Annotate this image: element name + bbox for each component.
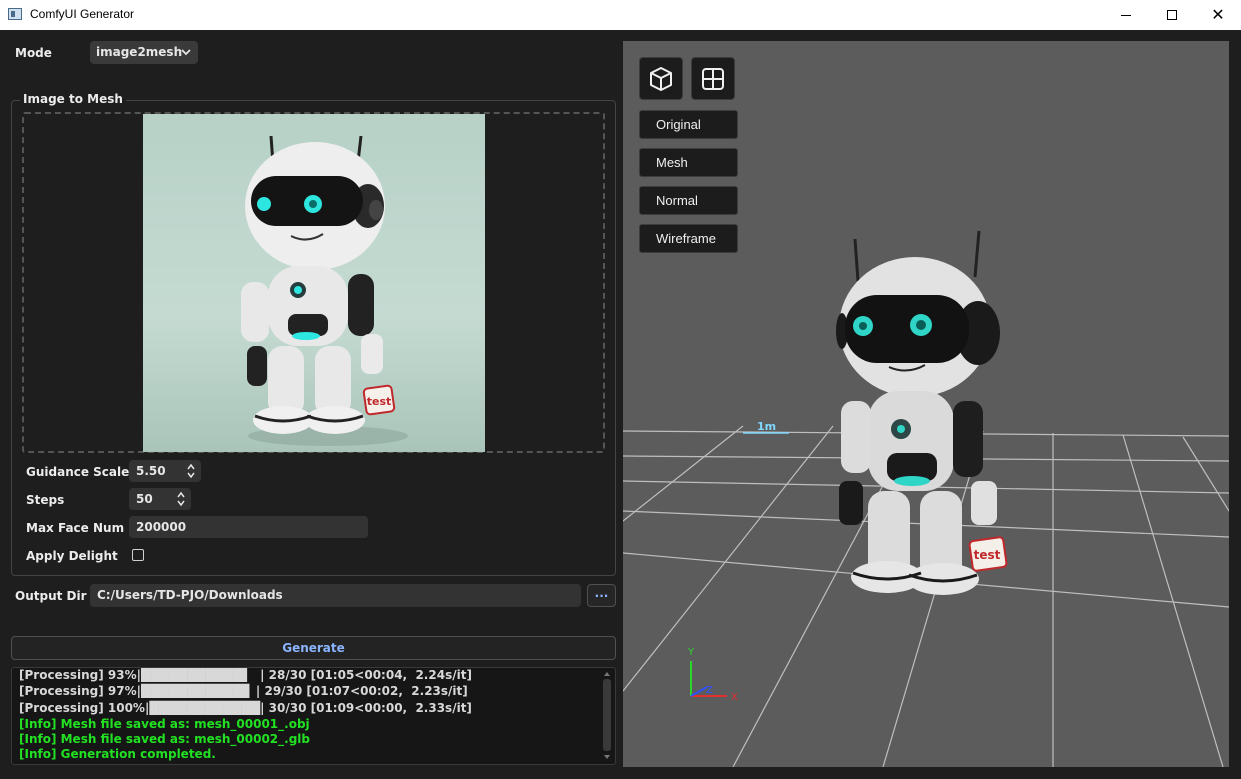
guidance-scale-label: Guidance Scale [26,465,130,479]
log-line: [Info] Mesh file saved as: mesh_00001_.o… [19,717,310,731]
group-title: Image to Mesh [20,92,126,106]
robot-model: test [836,230,1008,595]
spin-arrows-icon[interactable] [187,463,195,479]
view-mesh-button[interactable]: Mesh [639,148,738,177]
guidance-scale-spinbox[interactable]: 5.50 [129,460,201,482]
window-title: ComfyUI Generator [30,7,135,21]
mode-label: Mode [15,46,52,60]
cube-icon [650,66,672,91]
view-normal-button[interactable]: Normal [639,186,738,215]
axis-y-label: Y [687,647,695,658]
apply-delight-checkbox[interactable] [132,549,144,561]
scale-label: 1m [757,420,777,433]
apply-delight-label: Apply Delight [26,549,118,563]
guidance-scale-value: 5.50 [136,464,166,478]
output-dir-value: C:/Users/TD-PJO/Downloads [97,588,283,602]
view-wireframe-button[interactable]: Wireframe [639,224,738,253]
close-icon: ✕ [1211,5,1225,24]
scroll-down-icon[interactable] [604,755,610,759]
axis-z-label: Z [706,685,713,696]
title-bar: ComfyUI Generator ✕ [0,0,1241,30]
close-button[interactable]: ✕ [1195,0,1241,30]
steps-value: 50 [136,492,153,506]
log-line: [Info] Mesh file saved as: mesh_00002_.g… [19,732,310,746]
badge-text: test [367,395,392,408]
max-face-num-label: Max Face Num [26,521,125,535]
axis-gizmo: Y X Z [687,647,738,703]
log-line: [Processing] 100%|████████████| 30/30 [0… [19,701,472,715]
log-line: [Info] Generation completed. [19,747,216,761]
steps-label: Steps [26,493,65,507]
robot-image: test [241,135,408,446]
log-output[interactable]: [Processing] 93%|███████████▌ | 28/30 [0… [11,667,616,765]
scroll-up-icon[interactable] [604,672,610,676]
spin-arrows-icon[interactable] [177,491,185,507]
grid-toggle-button[interactable] [691,57,735,100]
model-badge-text: test [974,548,1001,562]
view-wireframe-label: Wireframe [656,231,716,246]
maximize-button[interactable] [1149,0,1195,30]
minimize-icon [1121,14,1131,16]
scrollbar-thumb[interactable] [603,679,611,751]
app-icon [8,8,22,20]
mode-select[interactable]: image2mesh [90,41,198,64]
log-line: [Processing] 93%|███████████▌ | 28/30 [0… [19,668,472,682]
maximize-icon [1167,10,1177,20]
view-mesh-label: Mesh [656,155,688,170]
log-line: [Processing] 97%|███████████▊ | 29/30 [0… [19,684,468,698]
view-original-button[interactable]: Original [639,110,738,139]
perspective-view-button[interactable] [639,57,683,100]
mode-value: image2mesh [96,45,183,59]
generate-button[interactable]: Generate [11,636,616,660]
view-original-label: Original [656,117,701,132]
browse-button[interactable]: ... [587,584,616,607]
output-dir-label: Output Dir [15,589,87,603]
chevron-down-icon [181,49,191,56]
max-face-num-value: 200000 [136,520,187,534]
output-dir-input[interactable]: C:/Users/TD-PJO/Downloads [90,584,581,607]
axis-x-label: X [731,692,738,703]
max-face-num-input[interactable]: 200000 [129,516,368,538]
view-normal-label: Normal [656,193,698,208]
minimize-button[interactable] [1103,0,1149,30]
grid-icon [702,67,724,90]
log-scrollbar[interactable] [601,669,613,763]
steps-spinbox[interactable]: 50 [129,488,191,510]
input-image-preview: test [143,114,485,452]
